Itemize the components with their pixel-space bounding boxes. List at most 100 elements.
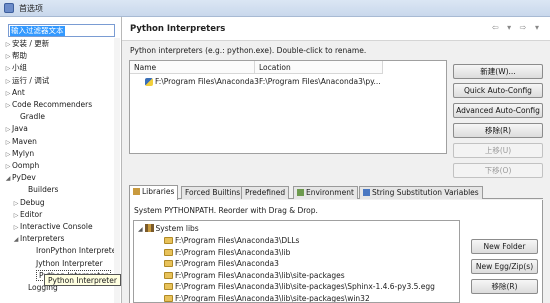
- sidebar-item-label: Java: [12, 124, 28, 134]
- expand-arrow-icon[interactable]: ▷: [12, 210, 20, 222]
- expand-arrow-icon[interactable]: ▷: [4, 88, 12, 100]
- interpreter-row-name[interactable]: F:\Program Files\Anaconda3: [145, 76, 259, 88]
- folder-icon: [164, 260, 173, 268]
- sidebar-item[interactable]: ▷ 运行 / 调试: [4, 75, 50, 88]
- tab-predefined[interactable]: Predefined: [241, 186, 290, 199]
- interpreter-row-location[interactable]: F:\Program Files\Anaconda3\py...: [259, 76, 381, 88]
- sidebar-item[interactable]: ▷ Code Recommenders: [4, 99, 92, 111]
- library-path-row[interactable]: F:\Program Files\Anaconda3: [164, 258, 279, 269]
- sidebar-item-label: Editor: [20, 209, 43, 219]
- sidebar-item-label: Interpreters: [20, 234, 65, 244]
- quick-auto-config-button[interactable]: Quick Auto-Config: [453, 83, 543, 98]
- sidebar-item[interactable]: ▷ Ant: [4, 87, 25, 99]
- expand-arrow-icon[interactable]: ▷: [4, 39, 12, 51]
- sidebar-scrollbar[interactable]: [114, 38, 120, 303]
- library-path: F:\Program Files\Anaconda3\lib\site-pack…: [175, 270, 345, 280]
- library-path-row[interactable]: F:\Program Files\Anaconda3\lib\site-pack…: [164, 293, 370, 303]
- sidebar-item[interactable]: Gradle: [12, 111, 45, 123]
- system-libs-label: System libs: [155, 224, 199, 233]
- sidebar-item-label: Maven: [12, 136, 37, 146]
- expand-arrow-icon[interactable]: ▷: [12, 198, 20, 210]
- expand-arrow-icon[interactable]: ▷: [4, 63, 12, 75]
- environment-icon: [297, 189, 304, 196]
- sidebar-item-label: Interactive Console: [20, 222, 93, 231]
- string-vars-icon: [363, 189, 370, 196]
- sidebar-item[interactable]: ▷ Oomph: [4, 160, 40, 173]
- expand-arrow-icon[interactable]: ▷: [12, 222, 20, 234]
- filter-input[interactable]: 输入过滤器文本: [8, 24, 115, 37]
- remove-interpreter-button[interactable]: 移除(R): [453, 123, 543, 138]
- tab-label: Forced Builtins: [185, 188, 241, 197]
- collapse-arrow-icon[interactable]: ◢: [12, 234, 20, 246]
- tab-environment[interactable]: Environment: [293, 186, 358, 199]
- new-folder-button[interactable]: New Folder: [471, 239, 538, 254]
- expand-arrow-icon[interactable]: ▷: [4, 51, 12, 63]
- libraries-icon: [133, 188, 140, 195]
- move-down-button[interactable]: 下移(O): [453, 163, 543, 178]
- tab-libraries[interactable]: Libraries: [129, 185, 179, 200]
- tab-string-substitution[interactable]: String Substitution Variables: [359, 186, 483, 199]
- library-path-row[interactable]: F:\Program Files\Anaconda3\DLLs: [164, 235, 299, 246]
- tab-forced-builtins[interactable]: Forced Builtins: [181, 186, 245, 199]
- sidebar-item[interactable]: Builders: [20, 184, 58, 196]
- sidebar-item-label: 帮助: [12, 51, 27, 61]
- sidebar-item[interactable]: IronPython Interpreter: [28, 245, 119, 257]
- preferences-sidebar: 输入过滤器文本 ▷ 安装 / 更新 ▷ 帮助 ▷ 小组 ▷ 运行 / 调试 ▷ Ant ▷ Code …: [0, 17, 122, 303]
- sidebar-item-label: Code Recommenders: [12, 100, 93, 109]
- library-icon: [144, 224, 154, 232]
- library-path: F:\Program Files\Anaconda3\lib\site-pack…: [175, 294, 370, 303]
- system-libs-node[interactable]: ◢ System libs: [138, 223, 199, 234]
- sidebar-item[interactable]: ▷ 小组: [4, 62, 27, 74]
- sidebar-item[interactable]: ▷ 安装 / 更新: [4, 38, 50, 51]
- sidebar-item[interactable]: ▷ Mylyn: [4, 148, 35, 161]
- sidebar-item[interactable]: ▷ 帮助: [4, 50, 27, 62]
- sidebar-item[interactable]: ▷ Interactive Console: [12, 221, 93, 233]
- sidebar-item[interactable]: ▷ Maven: [4, 136, 37, 148]
- collapse-arrow-icon[interactable]: ◢: [4, 173, 12, 185]
- sidebar-item[interactable]: ▷ Debug: [12, 197, 45, 209]
- sidebar-item-label: 运行 / 调试: [12, 75, 50, 85]
- library-path-row[interactable]: F:\Program Files\Anaconda3\lib\site-pack…: [164, 270, 345, 281]
- page-title: Python Interpreters: [130, 24, 226, 34]
- history-nav-icons[interactable]: ⇦ ▾ ⇨ ▾: [492, 23, 542, 32]
- tab-label: Environment: [306, 188, 354, 197]
- sidebar-item-label: Debug: [20, 197, 45, 207]
- sidebar-item-label: Gradle: [20, 112, 45, 122]
- tab-label: Predefined: [245, 188, 286, 197]
- new-egg-zip-button[interactable]: New Egg/Zip(s): [471, 259, 538, 274]
- interpreter-page: Python Interpreters ⇦ ▾ ⇨ ▾ Python inter…: [122, 17, 550, 303]
- folder-icon: [164, 283, 173, 291]
- expand-arrow-icon[interactable]: ▷: [4, 124, 12, 136]
- sidebar-item-label: Ant: [12, 87, 25, 97]
- sidebar-item-label: Builders: [28, 185, 59, 195]
- expand-arrow-icon[interactable]: ▷: [4, 149, 12, 161]
- expand-arrow-icon[interactable]: ▷: [4, 100, 12, 112]
- sidebar-item-label: IronPython Interpreter: [36, 246, 120, 256]
- folder-icon: [164, 295, 173, 302]
- sidebar-item[interactable]: ◢ PyDev: [4, 172, 36, 184]
- library-path-row[interactable]: F:\Program Files\Anaconda3\lib\site-pack…: [164, 281, 435, 292]
- title-bar: 首选项: [0, 0, 550, 17]
- library-path: F:\Program Files\Anaconda3\lib: [175, 247, 291, 257]
- expand-arrow-icon[interactable]: ▷: [4, 161, 12, 173]
- library-path: F:\Program Files\Anaconda3\lib\site-pack…: [175, 282, 435, 292]
- sidebar-item[interactable]: ▷ Java: [4, 123, 28, 135]
- expand-arrow-icon[interactable]: ▷: [4, 76, 12, 88]
- interpreters-description: Python interpreters (e.g.: python.exe). …: [130, 46, 367, 55]
- move-up-button[interactable]: 上移(U): [453, 143, 543, 158]
- interpreters-table: Name Location F:\Program Files\Anaconda3…: [129, 60, 447, 154]
- tab-bar: Libraries Forced Builtins Predefined Env…: [129, 185, 543, 200]
- remove-library-button[interactable]: 移除(R): [471, 279, 538, 294]
- new-interpreter-button[interactable]: 新建(W)...: [453, 64, 543, 79]
- column-header-location[interactable]: Location: [255, 61, 383, 74]
- advanced-auto-config-button[interactable]: Advanced Auto-Config: [453, 103, 543, 118]
- library-path-row[interactable]: F:\Program Files\Anaconda3\lib: [164, 247, 290, 258]
- column-header-name[interactable]: Name: [130, 61, 255, 74]
- folder-icon: [164, 237, 173, 244]
- sidebar-item[interactable]: Jython Interpreter: [28, 258, 103, 270]
- sidebar-item[interactable]: ◢ Interpreters: [12, 233, 65, 246]
- expand-arrow-icon[interactable]: ▷: [4, 137, 12, 149]
- sidebar-item[interactable]: ▷ Editor: [12, 209, 43, 222]
- sidebar-item-label: 安装 / 更新: [12, 39, 50, 48]
- libraries-description: System PYTHONPATH. Reorder with Drag & D…: [134, 206, 318, 215]
